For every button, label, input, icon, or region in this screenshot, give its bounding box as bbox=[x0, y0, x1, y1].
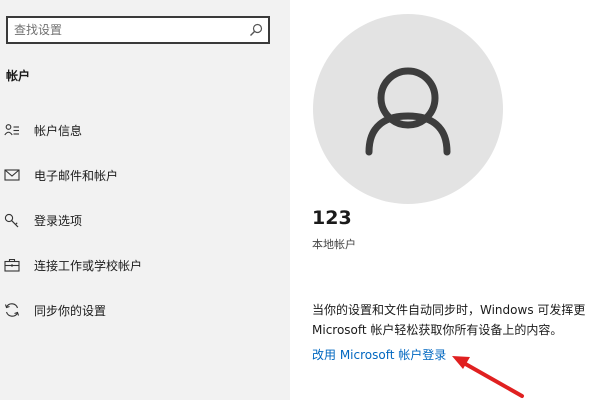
sidebar-item-work-school[interactable]: 连接工作或学校帐户 bbox=[0, 248, 290, 282]
sidebar-item-sign-in-options[interactable]: 登录选项 bbox=[0, 203, 290, 237]
settings-window: 帐户 帐户信息 电子邮件和帐户 登录选项 bbox=[0, 0, 600, 400]
person-card-icon bbox=[4, 124, 19, 136]
microsoft-account-link[interactable]: 改用 Microsoft 帐户登录 bbox=[312, 346, 446, 363]
mail-icon bbox=[4, 169, 20, 181]
search-icon[interactable] bbox=[249, 23, 263, 37]
avatar bbox=[313, 14, 503, 204]
section-title: 帐户 bbox=[6, 69, 31, 83]
sidebar-item-label: 连接工作或学校帐户 bbox=[34, 259, 143, 273]
sync-description-line-2: Microsoft 帐户轻松获取你所有设备上的内容。 bbox=[312, 323, 563, 337]
sync-description-line-1: 当你的设置和文件自动同步时，Windows 可发挥更 bbox=[312, 303, 586, 317]
sync-icon bbox=[4, 303, 20, 317]
briefcase-icon bbox=[4, 258, 20, 272]
sidebar-item-label: 帐户信息 bbox=[34, 124, 83, 138]
user-name: 123 bbox=[312, 207, 352, 229]
key-icon bbox=[4, 213, 19, 228]
main-content: 123 本地帐户 当你的设置和文件自动同步时，Windows 可发挥更 Micr… bbox=[290, 0, 600, 400]
sidebar-item-label: 电子邮件和帐户 bbox=[34, 169, 119, 183]
sidebar: 帐户 帐户信息 电子邮件和帐户 登录选项 bbox=[0, 0, 290, 400]
search-box[interactable] bbox=[6, 16, 270, 44]
user-silhouette-icon bbox=[365, 67, 451, 156]
sidebar-item-email-accounts[interactable]: 电子邮件和帐户 bbox=[0, 158, 290, 192]
sidebar-item-account-info[interactable]: 帐户信息 bbox=[0, 113, 290, 147]
sidebar-item-sync-settings[interactable]: 同步你的设置 bbox=[0, 293, 290, 327]
sidebar-item-label: 同步你的设置 bbox=[34, 304, 107, 318]
annotation-arrow-icon bbox=[452, 356, 524, 398]
search-input[interactable] bbox=[14, 18, 244, 42]
sidebar-item-label: 登录选项 bbox=[34, 214, 83, 228]
account-type: 本地帐户 bbox=[312, 238, 356, 251]
